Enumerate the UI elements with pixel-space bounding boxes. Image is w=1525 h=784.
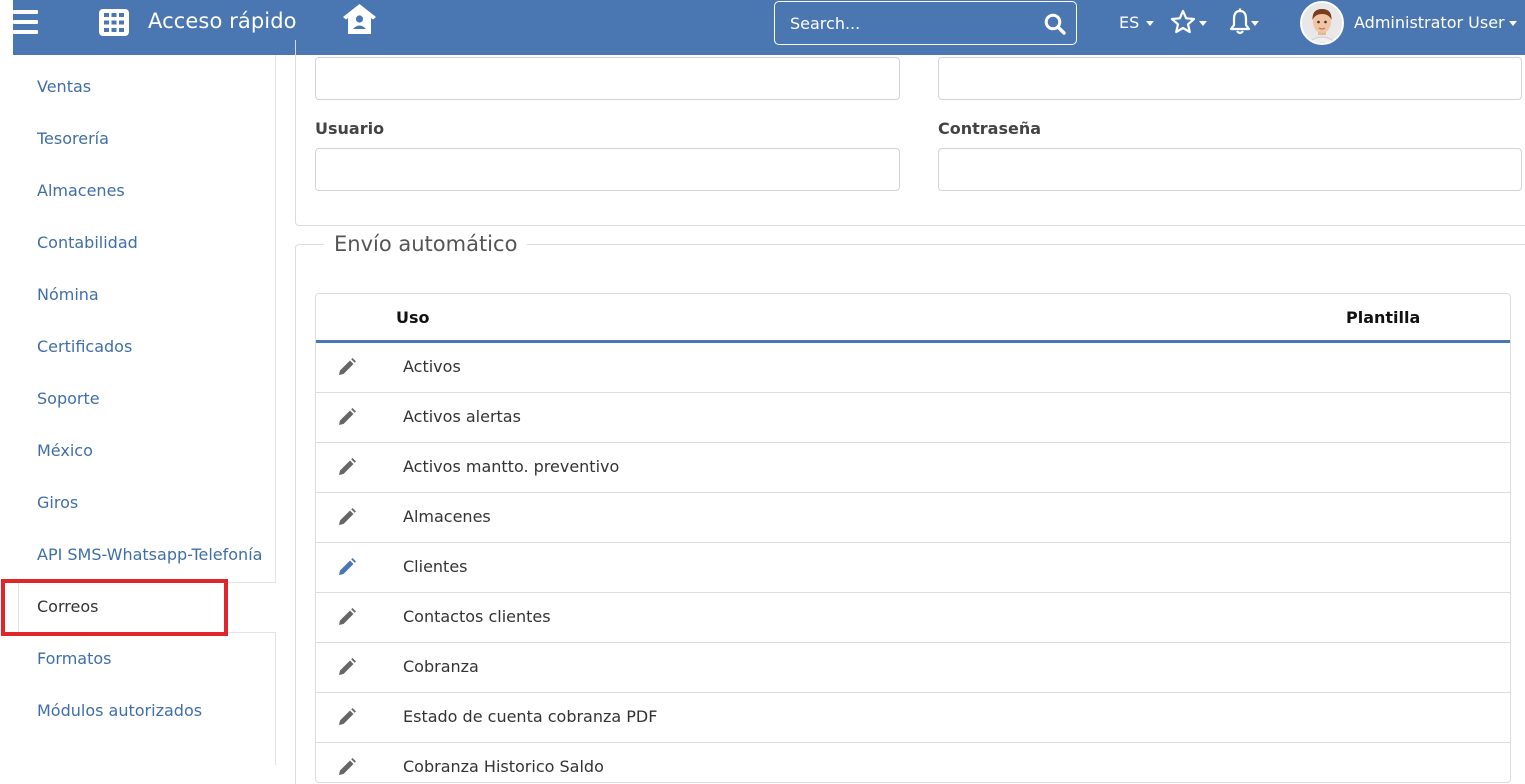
home-icon[interactable] (342, 3, 377, 35)
table-row[interactable]: Clientes (316, 543, 1510, 593)
uso-cell: Almacenes (403, 507, 491, 526)
sidebar-item-nomina[interactable]: Nómina (37, 285, 99, 304)
user-menu-chevron-down-icon[interactable] (1509, 21, 1517, 26)
user-label: Usuario (315, 119, 385, 138)
sidebar-item-contabilidad[interactable]: Contabilidad (37, 233, 138, 252)
edit-pencil-icon[interactable] (338, 508, 356, 526)
column-header-plantilla[interactable]: Plantilla (1346, 308, 1420, 327)
sidebar-item-soporte[interactable]: Soporte (37, 389, 100, 408)
table-row[interactable]: Activos (316, 343, 1510, 393)
server-field[interactable] (315, 57, 900, 100)
table-row[interactable]: Cobranza Historico Saldo (316, 743, 1510, 782)
user-avatar-icon (1302, 3, 1342, 43)
sidebar-item-tesoreria[interactable]: Tesorería (37, 129, 109, 148)
table-row[interactable]: Cobranza (316, 643, 1510, 693)
uso-cell: Clientes (403, 557, 468, 576)
sidebar-divider (275, 633, 276, 765)
edit-pencil-icon[interactable] (338, 758, 356, 776)
user-name[interactable]: Administrator User (1354, 13, 1505, 32)
quick-access-label[interactable]: Acceso rápido (148, 9, 297, 33)
port-field[interactable] (938, 57, 1522, 100)
uso-cell: Contactos clientes (403, 607, 551, 626)
correos-highlight-box (1, 579, 228, 636)
auto-send-legend: Envío automático (324, 232, 528, 256)
sidebar-item-modulos-autorizados[interactable]: Módulos autorizados (37, 701, 202, 720)
uso-cell: Activos alertas (403, 407, 521, 426)
sidebar-item-almacenes[interactable]: Almacenes (37, 181, 125, 200)
edit-pencil-icon[interactable] (338, 358, 356, 376)
table-row[interactable]: Activos alertas (316, 393, 1510, 443)
notifications-chevron-down-icon[interactable] (1251, 21, 1259, 26)
uso-cell: Cobranza Historico Saldo (403, 757, 604, 776)
language-selector[interactable]: ES (1119, 13, 1139, 32)
uso-cell: Activos mantto. preventivo (403, 457, 620, 476)
search-input[interactable] (775, 2, 1035, 44)
uso-cell: Cobranza (403, 657, 479, 676)
uso-cell: Estado de cuenta cobranza PDF (403, 707, 658, 726)
sidebar-item-certificados[interactable]: Certificados (37, 337, 132, 356)
sidebar-divider (275, 55, 276, 582)
table-row[interactable]: Contactos clientes (316, 593, 1510, 643)
apps-grid-icon[interactable] (99, 9, 129, 36)
auto-send-table: Uso Plantilla Activos Activos alertas Acti… (315, 293, 1511, 783)
table-header: Uso Plantilla (316, 294, 1510, 343)
edit-pencil-icon[interactable] (338, 408, 356, 426)
edit-pencil-icon[interactable] (338, 608, 356, 626)
favorites-star-icon[interactable] (1170, 9, 1198, 37)
password-label: Contraseña (938, 119, 1042, 138)
column-header-uso[interactable]: Uso (396, 308, 430, 327)
edit-pencil-icon[interactable] (338, 458, 356, 476)
sidebar-item-giros[interactable]: Giros (37, 493, 78, 512)
notifications-bell-icon[interactable] (1228, 8, 1252, 36)
user-field[interactable] (315, 148, 900, 191)
table-row[interactable]: Estado de cuenta cobranza PDF (316, 693, 1510, 743)
sidebar-item-mexico[interactable]: México (37, 441, 93, 460)
sidebar-item-formatos[interactable]: Formatos (37, 649, 112, 668)
table-row[interactable]: Almacenes (316, 493, 1510, 543)
sidebar-item-ventas[interactable]: Ventas (37, 77, 91, 96)
user-avatar[interactable] (1300, 1, 1344, 45)
edit-pencil-icon[interactable] (338, 708, 356, 726)
edit-pencil-icon[interactable] (338, 558, 356, 576)
edit-pencil-icon[interactable] (338, 658, 356, 676)
search-box[interactable] (774, 1, 1077, 45)
favorites-chevron-down-icon[interactable] (1199, 21, 1207, 26)
search-icon[interactable] (1044, 13, 1066, 35)
hamburger-menu-icon[interactable] (13, 10, 38, 34)
password-field[interactable] (938, 148, 1522, 191)
uso-cell: Activos (403, 357, 461, 376)
table-row[interactable]: Activos mantto. preventivo (316, 443, 1510, 493)
sidebar-item-api-sms[interactable]: API SMS-Whatsapp-Telefonía (37, 545, 262, 564)
language-chevron-down-icon[interactable] (1146, 21, 1154, 26)
